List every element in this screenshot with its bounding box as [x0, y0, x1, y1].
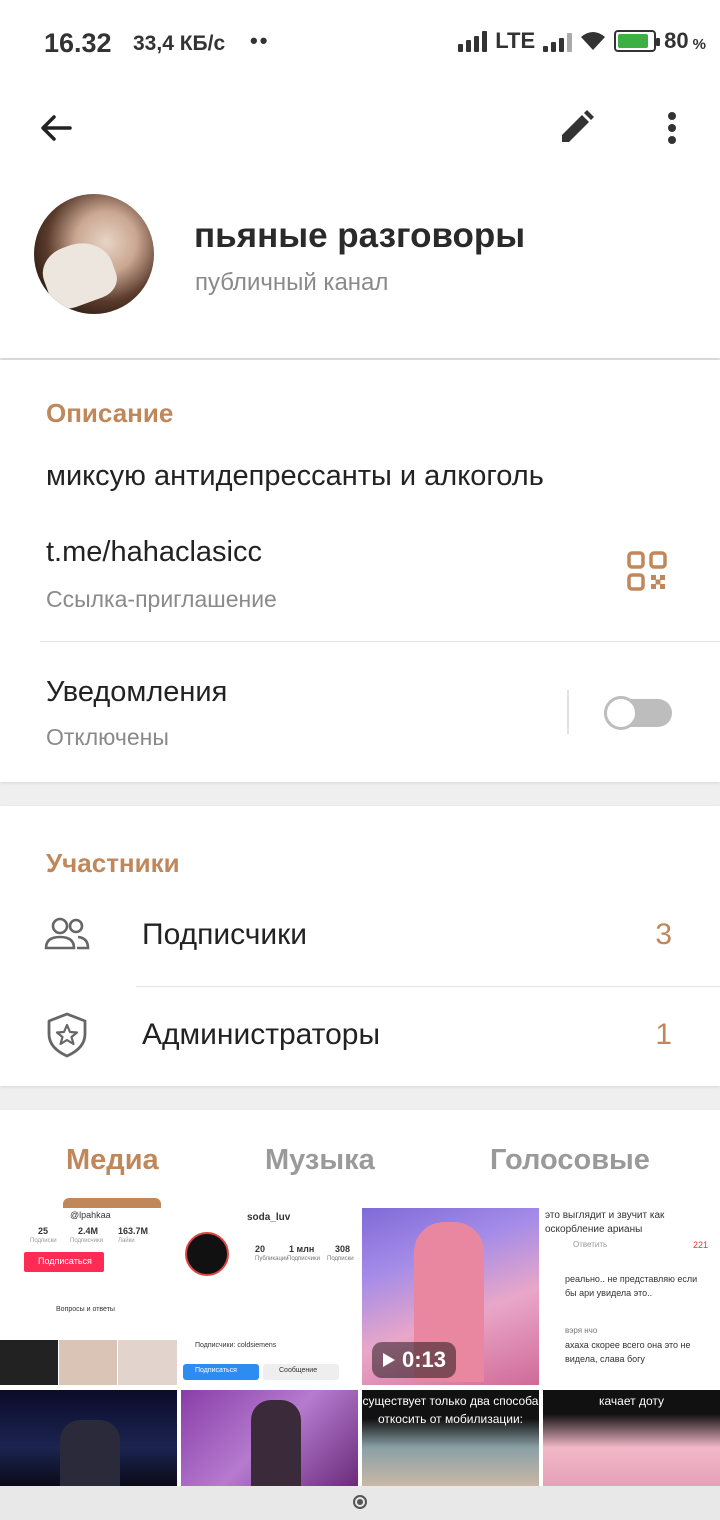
thumb-comment-line: бы ари увидела это..: [565, 1288, 653, 1298]
members-section: Участники Подписчики 3 Администраторы 1: [0, 806, 720, 1086]
play-icon: [383, 1353, 395, 1367]
battery-level: 80: [664, 28, 689, 53]
thumb-bio: Вопросы и ответы: [56, 1306, 115, 1313]
thumb-stat-label: Подписчики: [70, 1238, 104, 1244]
thumb-reply: Ответить: [573, 1240, 608, 1249]
thumb-like-count: 221: [693, 1240, 709, 1250]
subscribers-label: Подписчики: [142, 918, 308, 951]
active-tab-indicator: [63, 1198, 161, 1208]
thumb-caption: качает доту: [599, 1394, 664, 1408]
thumb-comment-line: оскорбление арианы: [545, 1224, 643, 1235]
edit-pencil-icon[interactable]: [556, 108, 596, 148]
network-speed: 33,4 КБ/с: [133, 32, 226, 55]
battery-percent-sign: %: [692, 35, 706, 53]
people-icon: [44, 917, 90, 950]
thumb-handle: soda_luv: [247, 1212, 291, 1223]
more-vert-icon[interactable]: [652, 108, 692, 148]
clock: 16.32: [44, 28, 112, 58]
media-thumb[interactable]: существует только два способа откосить о…: [362, 1390, 539, 1486]
notifications-label[interactable]: Уведомления: [46, 676, 227, 709]
thumb-stat-label: Подписки: [327, 1256, 354, 1262]
thumb-stat: 163.7M: [118, 1226, 149, 1236]
administrators-count: 1: [655, 1018, 672, 1051]
subscribers-row[interactable]: Подписчики 3: [0, 888, 720, 984]
notifications-state: Отключены: [46, 724, 169, 750]
thumb-stat-label: Подписки: [30, 1238, 57, 1244]
notification-dots: ••: [250, 28, 270, 53]
thumb-stat: 308: [335, 1244, 351, 1254]
thumb-comment-line: ахаха скорее всего она это не: [565, 1340, 691, 1350]
back-arrow-icon[interactable]: [36, 108, 76, 148]
tab-music[interactable]: Музыка: [265, 1144, 375, 1177]
notifications-toggle[interactable]: [604, 696, 672, 730]
tab-media[interactable]: Медиа: [66, 1144, 159, 1177]
thumb-stat: 2.4M: [78, 1226, 99, 1236]
media-thumb[interactable]: качает доту: [543, 1390, 720, 1486]
divider: [136, 986, 720, 987]
media-thumb-video[interactable]: 0:13: [362, 1208, 539, 1385]
wifi-icon: [581, 32, 606, 50]
thumb-stat: 1 млн: [289, 1244, 315, 1254]
video-duration-text: 0:13: [402, 1347, 447, 1372]
thumb-message-button: Сообщение: [279, 1367, 318, 1374]
media-thumb[interactable]: @lpahkaa 25 2.4M 163.7M Подписки Подписч…: [0, 1208, 177, 1385]
media-thumb[interactable]: [181, 1390, 358, 1486]
status-bar: 16.32 33,4 КБ/с •• LTE 80 %: [0, 0, 720, 86]
channel-name: пьяные разговоры: [194, 216, 526, 255]
tab-voice[interactable]: Голосовые: [490, 1144, 650, 1177]
thumb-caption: существует только два способа откосить о…: [362, 1394, 539, 1426]
media-thumb[interactable]: soda_luv 20 1 млн 308 Публикации Подписч…: [181, 1208, 358, 1385]
thumb-handle: @lpahkaa: [70, 1210, 111, 1220]
signal-2-icon: [543, 30, 573, 52]
thumb-comment-line: видела, слава богу: [565, 1354, 645, 1364]
network-type: LTE: [495, 28, 536, 53]
invite-link-label: Ссылка-приглашение: [46, 586, 277, 612]
media-tabs: Медиа Музыка Голосовые: [0, 1110, 720, 1208]
media-grid: @lpahkaa 25 2.4M 163.7M Подписки Подписч…: [0, 1208, 720, 1486]
thumb-comment-line: это выглядит и звучит как: [545, 1210, 665, 1221]
qr-code-icon[interactable]: [626, 550, 668, 592]
thumb-stat-label: Лайки: [118, 1238, 135, 1244]
thumb-follow-button: Подписаться: [195, 1367, 237, 1374]
thumb-follow-button: Подписаться: [38, 1256, 92, 1266]
thumb-stat-label: Подписчики: [287, 1256, 321, 1262]
administrators-label: Администраторы: [142, 1018, 381, 1051]
media-thumb[interactable]: это выглядит и звучит как оскорбление ар…: [543, 1208, 720, 1385]
thumb-stat-label: Публикации: [255, 1256, 289, 1262]
signal-icon: [458, 30, 488, 52]
thumb-stat: 20: [255, 1244, 266, 1254]
thumb-stat: 25: [38, 1226, 49, 1236]
thumb-comment-line: реально.. не представляю если: [565, 1274, 698, 1284]
subscribers-count: 3: [655, 918, 672, 951]
channel-header: пьяные разговоры публичный канал: [0, 170, 720, 358]
shield-star-icon: [47, 1012, 87, 1058]
channel-avatar[interactable]: [34, 194, 154, 314]
battery-icon: [614, 30, 661, 52]
app-bar: [0, 86, 720, 170]
channel-description[interactable]: миксую антидепрессанты и алкоголь: [46, 460, 544, 493]
media-thumb[interactable]: [0, 1390, 177, 1486]
invite-link[interactable]: t.me/hahaclasicc: [46, 536, 262, 569]
video-duration: 0:13: [372, 1342, 457, 1378]
divider: [40, 641, 720, 642]
vertical-separator: [567, 690, 569, 734]
channel-type: публичный канал: [195, 269, 389, 296]
home-button-icon[interactable]: [353, 1495, 367, 1509]
system-nav-bar: [0, 1486, 720, 1520]
members-title: Участники: [46, 848, 180, 878]
status-icons: LTE 80 %: [458, 28, 706, 54]
thumb-followers: Подписчики: coldsiemens: [195, 1342, 277, 1349]
thumb-comment-line: вэря нчо: [565, 1326, 598, 1335]
administrators-row[interactable]: Администраторы 1: [0, 988, 720, 1084]
info-section: Описание миксую антидепрессанты и алкого…: [0, 360, 720, 782]
description-title: Описание: [46, 398, 174, 428]
